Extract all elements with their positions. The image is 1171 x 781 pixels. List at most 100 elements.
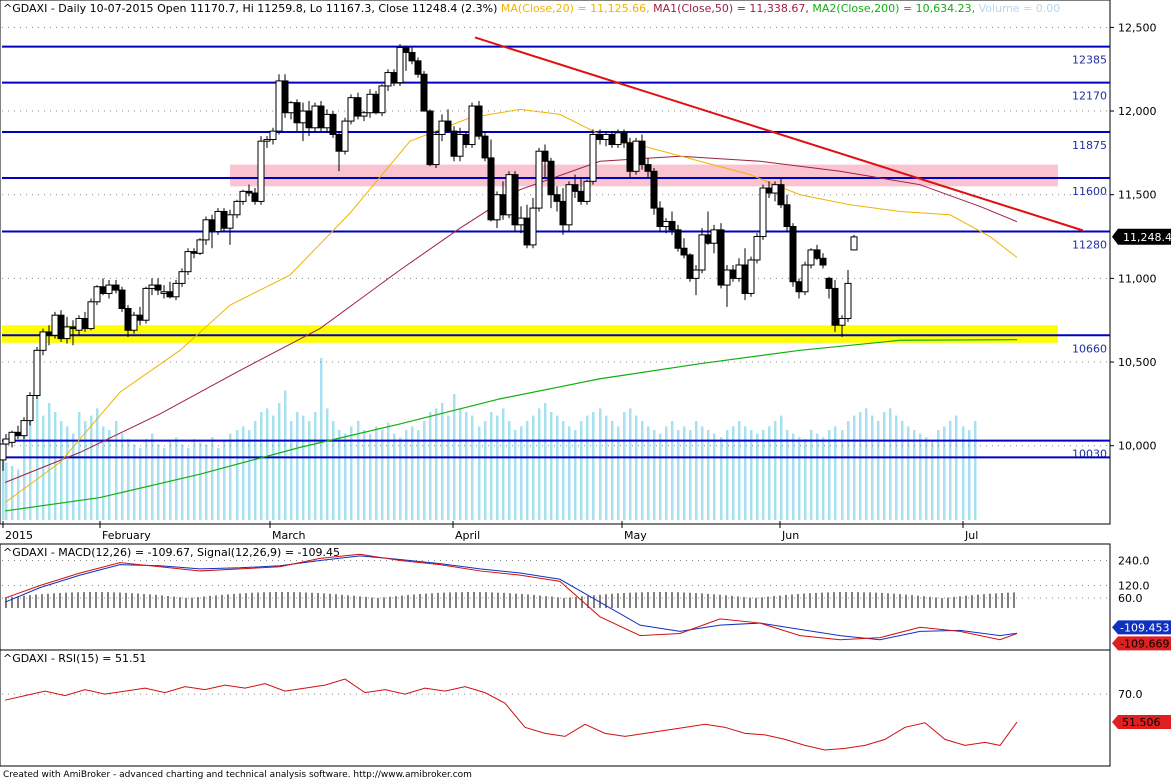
volume-bar xyxy=(629,408,632,520)
macd-panel-frame xyxy=(0,543,1111,651)
volume-bar xyxy=(713,433,716,520)
rsi-panel-frame xyxy=(0,649,1111,767)
candle-up xyxy=(589,133,597,182)
candle-down xyxy=(166,291,174,298)
volume-bar xyxy=(635,415,638,520)
candle-up xyxy=(51,314,59,336)
price-tick-label: 10,500 xyxy=(1118,356,1157,369)
volume-bar xyxy=(599,408,602,520)
level-label: 11280 xyxy=(1072,239,1107,252)
candle-down xyxy=(777,184,785,206)
volume-bar xyxy=(302,415,305,520)
macd-tick-label: 120.0 xyxy=(1118,580,1150,593)
candle-down xyxy=(577,190,585,202)
volume-bar xyxy=(447,415,450,520)
price-header: ^GDAXI - Daily 10-07-2015 Open 11170.7, … xyxy=(3,2,1060,15)
volume-bar xyxy=(913,430,916,520)
volume-bar xyxy=(538,408,541,520)
candle-up xyxy=(105,284,113,294)
candle-up xyxy=(311,105,319,129)
volume-bar xyxy=(496,415,499,520)
candle-down xyxy=(402,46,410,53)
candle-down xyxy=(553,194,561,202)
volume-bar xyxy=(968,430,971,520)
volume-bar xyxy=(369,433,372,520)
candle-up xyxy=(468,105,476,146)
candle-down xyxy=(14,431,22,437)
candle-up xyxy=(723,269,731,286)
candle-down xyxy=(741,264,749,294)
candle-up xyxy=(438,120,446,135)
candle-up xyxy=(535,150,543,209)
volume-bar xyxy=(248,430,251,520)
candle-up xyxy=(753,236,761,261)
volume-bar xyxy=(236,430,239,520)
volume-bar xyxy=(163,448,166,520)
candle-up xyxy=(196,239,204,254)
candle-down xyxy=(626,142,634,172)
macd-line xyxy=(4,553,1018,641)
volume-bar xyxy=(762,430,765,520)
volume-bar xyxy=(677,430,680,520)
candle-down xyxy=(317,105,325,129)
x-tick-label: Jul xyxy=(964,529,978,542)
candle-down xyxy=(686,254,694,279)
volume-bar xyxy=(877,421,880,520)
volume-bar xyxy=(326,408,329,520)
volume-bar xyxy=(405,430,408,520)
volume-bar xyxy=(429,412,432,520)
candle-up xyxy=(759,187,767,238)
candle-up xyxy=(0,443,7,461)
candle-up xyxy=(2,438,10,445)
volume-bar xyxy=(526,421,529,520)
volume-bar xyxy=(780,415,783,520)
candle-down xyxy=(99,286,107,294)
candle-down xyxy=(420,73,428,112)
candle-up xyxy=(771,184,779,194)
chart-svg: 12,500 12,000 11,500 11,000 10,500 10,000 1238… xyxy=(0,0,1171,780)
candle-down xyxy=(372,93,380,114)
volume-bar xyxy=(254,421,257,520)
volume-bar xyxy=(653,430,656,520)
macd-tick-label: 60.0 xyxy=(1118,592,1143,605)
candle-up xyxy=(269,130,277,140)
candle-up xyxy=(747,259,755,294)
candle-down xyxy=(220,210,228,229)
candle-up xyxy=(63,326,71,340)
volume-bar xyxy=(314,412,317,520)
last-price-label: 11,248.4 xyxy=(1123,231,1171,244)
candle-down xyxy=(729,269,737,279)
volume-bar xyxy=(919,433,922,520)
x-tick-label: 2015 xyxy=(5,529,33,542)
volume-bar xyxy=(187,448,190,520)
volume-bar xyxy=(974,421,977,520)
volume-bar xyxy=(387,422,390,520)
candle-up xyxy=(850,236,858,251)
candle-up xyxy=(583,180,591,202)
volume-bar xyxy=(229,433,232,520)
candle-down xyxy=(571,184,579,192)
candle-down xyxy=(305,110,313,129)
volume-bar xyxy=(96,408,99,520)
volume-bar xyxy=(471,415,474,520)
x-tick-label: May xyxy=(624,529,647,542)
macd-value-label: -109.669 xyxy=(1120,637,1169,650)
volume-bar xyxy=(278,403,281,520)
volume-bar xyxy=(205,444,208,520)
candle-down xyxy=(481,135,489,159)
candle-up xyxy=(844,282,852,320)
volume-bar xyxy=(822,437,825,520)
volume-bar xyxy=(550,412,553,520)
volume-bar xyxy=(284,390,287,520)
level-label: 11875 xyxy=(1072,139,1107,152)
volume-bar xyxy=(417,430,420,520)
candle-down xyxy=(674,229,682,249)
volume-bar xyxy=(889,408,892,520)
macd-tick-label: 240.0 xyxy=(1118,555,1150,568)
volume-bar xyxy=(84,421,87,520)
candle-up xyxy=(75,318,83,331)
candle-up xyxy=(148,284,156,289)
volume-bar xyxy=(127,439,130,520)
volume-bar xyxy=(211,437,214,520)
volume-bar xyxy=(532,415,535,520)
